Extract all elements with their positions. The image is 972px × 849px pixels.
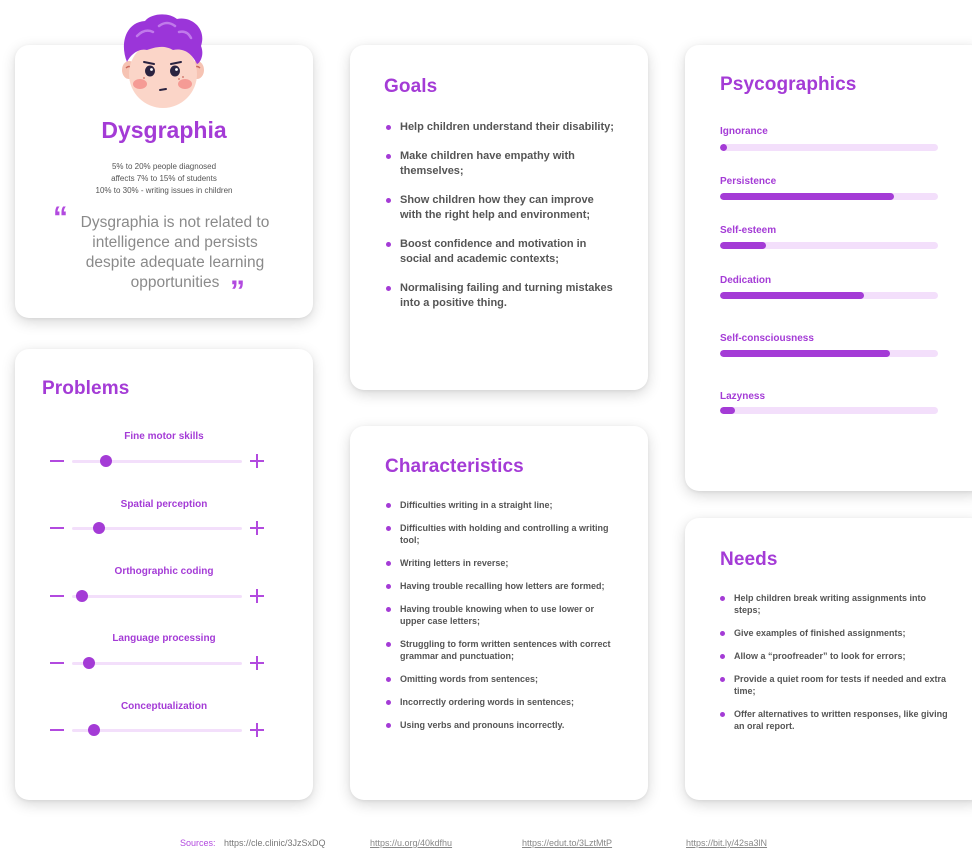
source-link[interactable]: https://u.org/40kdfhu xyxy=(370,838,452,848)
quote-open-mark: “ xyxy=(53,201,68,234)
psy-bar-fill xyxy=(720,350,891,357)
problem-label-fine-motor: Fine motor skills xyxy=(124,431,204,442)
psy-bar-ignorance xyxy=(720,144,938,151)
minus-icon[interactable] xyxy=(50,460,64,462)
psy-label-dedication: Dedication xyxy=(720,275,772,286)
problem-label-orthographic: Orthographic coding xyxy=(114,566,214,577)
psy-bar-fill xyxy=(720,144,727,151)
psy-bar-self-esteem xyxy=(720,242,938,249)
source-link[interactable]: https://edut.to/3LztMtP xyxy=(522,838,612,848)
plus-icon[interactable] xyxy=(250,454,264,468)
psy-bar-fill xyxy=(720,292,864,299)
list-item: Difficulties writing in a straight line; xyxy=(386,499,616,511)
problem-slider-language[interactable] xyxy=(72,657,242,669)
characteristics-list: Difficulties writing in a straight line;… xyxy=(386,499,616,742)
psy-label-lazyness: Lazyness xyxy=(720,391,766,402)
problem-slider-orthographic[interactable] xyxy=(72,590,242,602)
list-item: Difficulties with holding and controllin… xyxy=(386,522,616,546)
list-item: Having trouble recalling how letters are… xyxy=(386,580,616,592)
problem-label-conceptualization: Conceptualization xyxy=(120,701,208,712)
quote-close-mark: ” xyxy=(230,275,245,308)
goals-heading: Goals xyxy=(384,76,438,97)
slider-handle[interactable] xyxy=(100,455,112,467)
needs-list: Help children break writing assignments … xyxy=(720,592,950,743)
problems-heading: Problems xyxy=(42,378,130,399)
list-item: Using verbs and pronouns incorrectly. xyxy=(386,719,616,731)
condition-stats: 5% to 20% people diagnosed affects 7% to… xyxy=(15,161,313,197)
psy-bar-persistence xyxy=(720,193,938,200)
goals-list: Help children understand their disabilit… xyxy=(386,120,616,325)
psycographics-heading: Psycographics xyxy=(720,74,857,95)
list-item: Having trouble knowing when to use lower… xyxy=(386,603,616,627)
slider-handle[interactable] xyxy=(88,724,101,736)
list-item: Offer alternatives to written responses,… xyxy=(720,708,950,732)
plus-icon[interactable] xyxy=(250,656,264,670)
needs-heading: Needs xyxy=(720,549,778,570)
list-item: Provide a quiet room for tests if needed… xyxy=(720,673,950,697)
minus-icon[interactable] xyxy=(50,527,64,529)
minus-icon[interactable] xyxy=(50,595,64,597)
stat-students: affects 7% to 15% of students xyxy=(111,174,217,183)
psy-bar-lazyness xyxy=(720,407,938,414)
slider-handle[interactable] xyxy=(83,657,95,669)
plus-icon[interactable] xyxy=(250,589,264,603)
psy-label-self-esteem: Self-esteem xyxy=(720,225,777,236)
list-item: Incorrectly ordering words in sentences; xyxy=(386,696,616,708)
characteristics-heading: Characteristics xyxy=(385,456,524,477)
source-link[interactable]: https://cle.clinic/3JzSxDQ xyxy=(224,838,326,848)
list-item: Normalising failing and turning mistakes… xyxy=(386,281,616,311)
stat-diagnosed: 5% to 20% people diagnosed xyxy=(111,162,217,171)
psy-label-ignorance: Ignorance xyxy=(720,126,768,137)
psy-bar-dedication xyxy=(720,292,938,299)
problem-slider-conceptualization[interactable] xyxy=(72,724,242,736)
list-item: Give examples of finished assignments; xyxy=(720,627,950,639)
condition-title: Dysgraphia xyxy=(101,117,227,143)
minus-icon[interactable] xyxy=(50,729,64,731)
list-item: Make children have empathy with themselv… xyxy=(386,149,616,179)
psy-label-self-consciousness: Self-consciousness xyxy=(720,333,814,344)
minus-icon[interactable] xyxy=(50,662,64,664)
list-item: Omitting words from sentences; xyxy=(386,673,616,685)
psycographics-card xyxy=(685,45,972,491)
list-item: Help children understand their disabilit… xyxy=(386,120,616,135)
source-link[interactable]: https://bit.ly/42sa3lN xyxy=(686,838,767,848)
sources-label: Sources: xyxy=(180,838,216,848)
plus-icon[interactable] xyxy=(250,521,264,535)
psy-bar-fill xyxy=(720,407,736,414)
problem-slider-spatial[interactable] xyxy=(72,522,242,534)
psy-bar-fill xyxy=(720,193,895,200)
problem-label-spatial: Spatial perception xyxy=(120,499,208,510)
psy-bar-fill xyxy=(720,242,766,249)
psy-bar-self-consciousness xyxy=(720,350,938,357)
problem-slider-fine-motor[interactable] xyxy=(72,455,242,467)
list-item: Show children how they can improve with … xyxy=(386,193,616,223)
list-item: Allow a “proofreader” to look for errors… xyxy=(720,650,950,662)
list-item: Boost confidence and motivation in socia… xyxy=(386,237,616,267)
child-avatar xyxy=(122,14,204,108)
list-item: Help children break writing assignments … xyxy=(720,592,950,616)
condition-quote: Dysgraphia is not related to intelligenc… xyxy=(80,214,270,291)
psy-label-persistence: Persistence xyxy=(720,176,777,187)
list-item: Struggling to form written sentences wit… xyxy=(386,638,616,662)
plus-icon[interactable] xyxy=(250,723,264,737)
problem-label-language: Language processing xyxy=(112,633,216,644)
stat-children: 10% to 30% - writing issues in children xyxy=(95,186,233,195)
list-item: Writing letters in reverse; xyxy=(386,557,616,569)
